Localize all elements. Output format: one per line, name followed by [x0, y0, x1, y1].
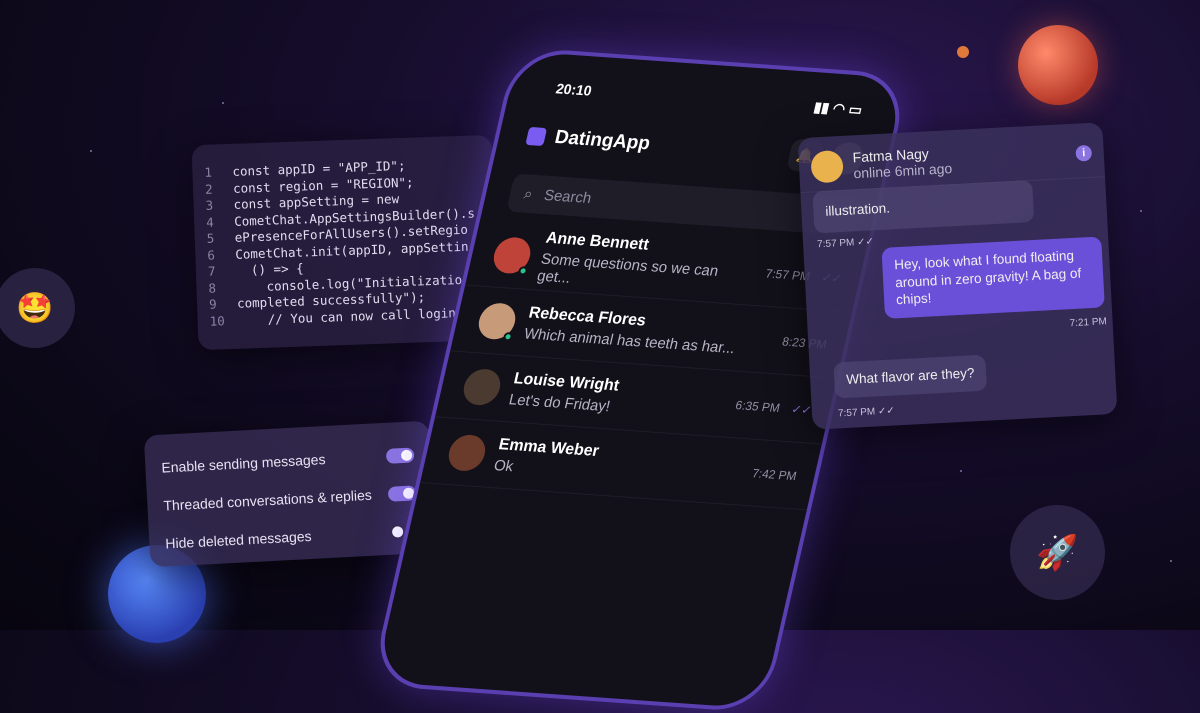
star: [1140, 210, 1142, 212]
app-logo-icon: [525, 126, 548, 147]
star: [1170, 560, 1172, 562]
line-number: 9: [208, 296, 217, 312]
line-number: 3: [205, 197, 214, 213]
setting-label: Hide deleted messages: [165, 527, 312, 552]
line-number: 1: [204, 164, 213, 180]
chat-window: Fatma Nagy online 6min ago i illustratio…: [797, 122, 1118, 430]
star: [90, 150, 92, 152]
avatar: [490, 235, 535, 276]
red-planet: [1018, 25, 1098, 105]
line-number: 2: [204, 181, 213, 197]
line-number: 5: [206, 230, 215, 246]
app-title: DatingApp: [552, 126, 653, 155]
line-number: 6: [207, 247, 216, 263]
rocket-emoji-icon: 🚀: [1010, 505, 1105, 600]
status-time: 20:10: [554, 80, 594, 99]
setting-label: Enable sending messages: [161, 451, 326, 476]
line-number: 8: [208, 280, 217, 296]
conversation-time: 6:35 PM: [734, 397, 782, 415]
avatar: [445, 433, 489, 472]
code-snippet: 1 const appID = "APP_ID"; 2 const region = …: [191, 134, 499, 351]
setting-toggle[interactable]: [385, 446, 415, 464]
setting-label: Threaded conversations & replies: [163, 486, 373, 514]
avatar: [475, 301, 520, 342]
message-received: What flavor are they?: [833, 354, 988, 399]
message-sent: Hey, look what I found floating around i…: [881, 236, 1105, 319]
line-number: 4: [205, 214, 214, 230]
message-time: 7:21 PM: [1069, 316, 1108, 330]
settings-panel: Enable sending messages Threaded conversa…: [143, 420, 436, 568]
line-number: 10: [209, 312, 225, 329]
online-indicator: [502, 331, 514, 342]
message-time: 7:57 PM ✓✓: [837, 405, 896, 420]
small-planet: [957, 46, 969, 58]
search-placeholder: Search: [542, 186, 594, 207]
search-icon: ⌕: [522, 184, 535, 203]
star: [960, 470, 962, 472]
star: [222, 102, 224, 104]
conversation-time: 7:42 PM: [750, 465, 799, 483]
line-number: 7: [207, 263, 216, 279]
message-time: 7:57 PM ✓✓: [816, 236, 875, 251]
contact-avatar: [810, 149, 844, 184]
avatar: [460, 367, 504, 406]
read-receipt-icon: ✓✓: [790, 401, 814, 417]
online-indicator: [517, 265, 529, 276]
status-icons: ▮▮ ◠ ▭: [812, 98, 864, 118]
star-struck-emoji-icon: 🤩: [0, 268, 75, 348]
info-icon[interactable]: i: [1075, 144, 1093, 162]
